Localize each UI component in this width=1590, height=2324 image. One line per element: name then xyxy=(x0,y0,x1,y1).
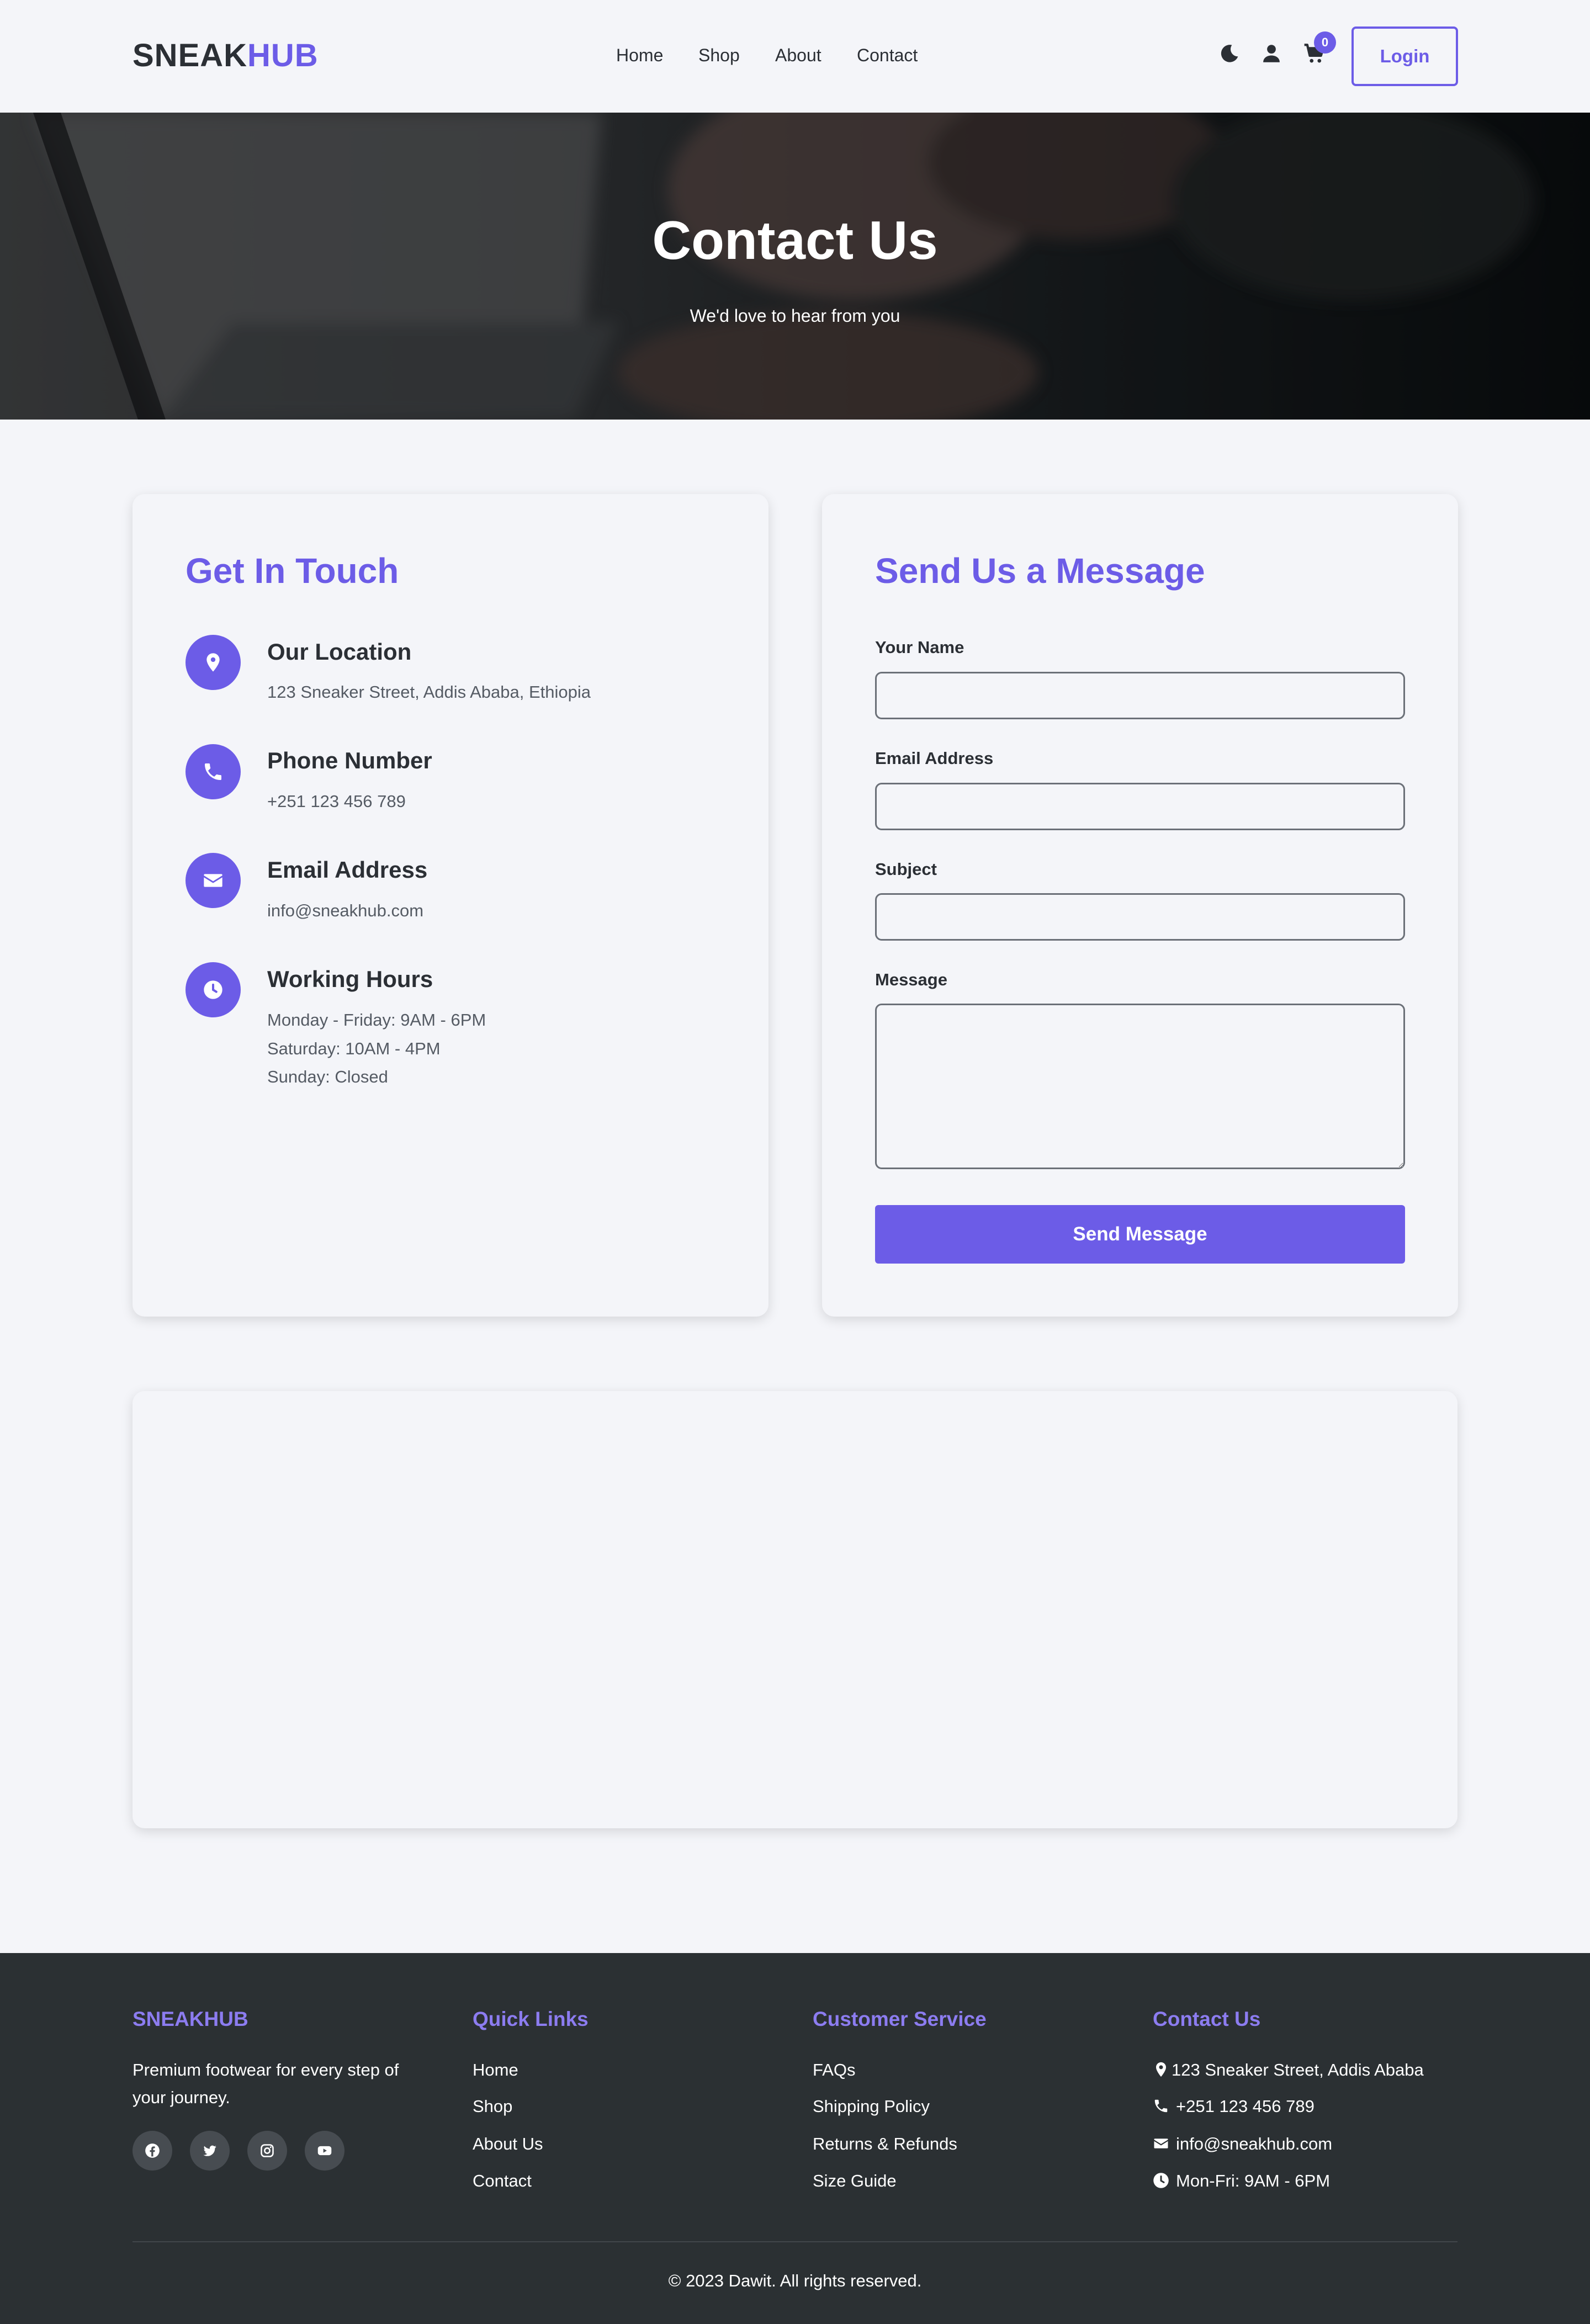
nav-link-contact[interactable]: Contact xyxy=(857,43,918,67)
info-title-hours: Working Hours xyxy=(267,966,433,992)
footer-link-about-us[interactable]: About Us xyxy=(473,2132,543,2156)
info-text-location: 123 Sneaker Street, Addis Ababa, Ethiopi… xyxy=(267,682,591,702)
subject-label: Subject xyxy=(875,859,937,879)
footer-contact-email: info@sneakhub.com xyxy=(1176,2134,1333,2153)
send-message-button[interactable]: Send Message xyxy=(875,1205,1405,1264)
footer-link-returns-refunds[interactable]: Returns & Refunds xyxy=(813,2132,957,2156)
twitter-icon[interactable] xyxy=(190,2131,230,2171)
info-text-email: info@sneakhub.com xyxy=(267,901,424,920)
map-card xyxy=(132,1391,1458,1828)
footer-tagline-line2: your journey. xyxy=(132,2088,230,2107)
info-title-phone: Phone Number xyxy=(267,747,432,773)
info-text-phone: +251 123 456 789 xyxy=(267,792,406,811)
youtube-icon[interactable] xyxy=(305,2131,344,2171)
footer-contact-hours: Mon-Fri: 9AM - 6PM xyxy=(1176,2171,1331,2190)
nav-link-about[interactable]: About xyxy=(775,43,822,67)
info-title-location: Our Location xyxy=(267,639,412,665)
contact-info-title: Get In Touch xyxy=(186,551,399,591)
footer-contact-phone: +251 123 456 789 xyxy=(1176,2097,1315,2116)
page-title: Contact Us xyxy=(652,210,938,270)
footer-link-shipping-policy[interactable]: Shipping Policy xyxy=(813,2094,930,2119)
nav-link-home[interactable]: Home xyxy=(616,43,663,67)
footer-quick-links-title: Quick Links xyxy=(473,2008,589,2030)
location-pin-icon xyxy=(186,635,241,690)
email-label: Email Address xyxy=(875,749,994,768)
phone-icon xyxy=(1154,2099,1168,2113)
clock-icon xyxy=(186,962,241,1017)
login-button[interactable]: Login xyxy=(1352,26,1458,86)
footer-copyright: © 2023 Dawit. All rights reserved. xyxy=(668,2271,922,2290)
instagram-icon[interactable] xyxy=(247,2131,287,2171)
envelope-icon xyxy=(186,853,241,908)
footer-contact-title: Contact Us xyxy=(1153,2008,1261,2030)
moon-icon[interactable] xyxy=(1218,42,1241,65)
footer-link-size-guide[interactable]: Size Guide xyxy=(813,2169,897,2193)
footer-divider xyxy=(132,2241,1458,2242)
facebook-icon[interactable] xyxy=(132,2131,172,2171)
footer-tagline-line1: Premium footwear for every step of xyxy=(132,2060,399,2079)
hero-banner: Contact Us We'd love to hear from you xyxy=(0,113,1590,420)
name-label: Your Name xyxy=(875,638,964,657)
footer-link-home[interactable]: Home xyxy=(473,2058,518,2082)
clock-icon xyxy=(1153,2173,1169,2188)
user-icon[interactable] xyxy=(1260,42,1283,65)
message-textarea[interactable] xyxy=(875,1004,1405,1169)
info-text-hours-3: Sunday: Closed xyxy=(267,1067,388,1086)
footer-brand-title: SNEAKHUB xyxy=(132,2008,248,2030)
footer-contact-address: 123 Sneaker Street, Addis Ababa xyxy=(1172,2060,1424,2079)
info-text-hours-2: Saturday: 10AM - 4PM xyxy=(267,1039,441,1058)
contact-form-title: Send Us a Message xyxy=(875,551,1205,591)
footer-customer-service-title: Customer Service xyxy=(813,2008,987,2030)
footer-link-shop[interactable]: Shop xyxy=(473,2094,512,2119)
envelope-icon xyxy=(1154,2139,1168,2148)
info-text-hours-1: Monday - Friday: 9AM - 6PM xyxy=(267,1010,486,1030)
contact-info-card xyxy=(132,494,768,1317)
footer-link-faqs[interactable]: FAQs xyxy=(813,2058,856,2082)
page-subtitle: We'd love to hear from you xyxy=(690,306,900,326)
subject-input[interactable] xyxy=(875,893,1405,941)
nav-link-shop[interactable]: Shop xyxy=(698,43,740,67)
footer-link-contact[interactable]: Contact xyxy=(473,2169,532,2193)
site-header: SNEAKHUB Home Shop About Contact 0 Login xyxy=(0,0,1590,113)
email-input[interactable] xyxy=(875,783,1405,830)
info-title-email: Email Address xyxy=(267,857,428,883)
cart-count-badge: 0 xyxy=(1314,31,1336,54)
phone-icon xyxy=(186,744,241,799)
location-pin-icon xyxy=(1156,2062,1166,2077)
message-label: Message xyxy=(875,970,947,989)
name-input[interactable] xyxy=(875,672,1405,719)
